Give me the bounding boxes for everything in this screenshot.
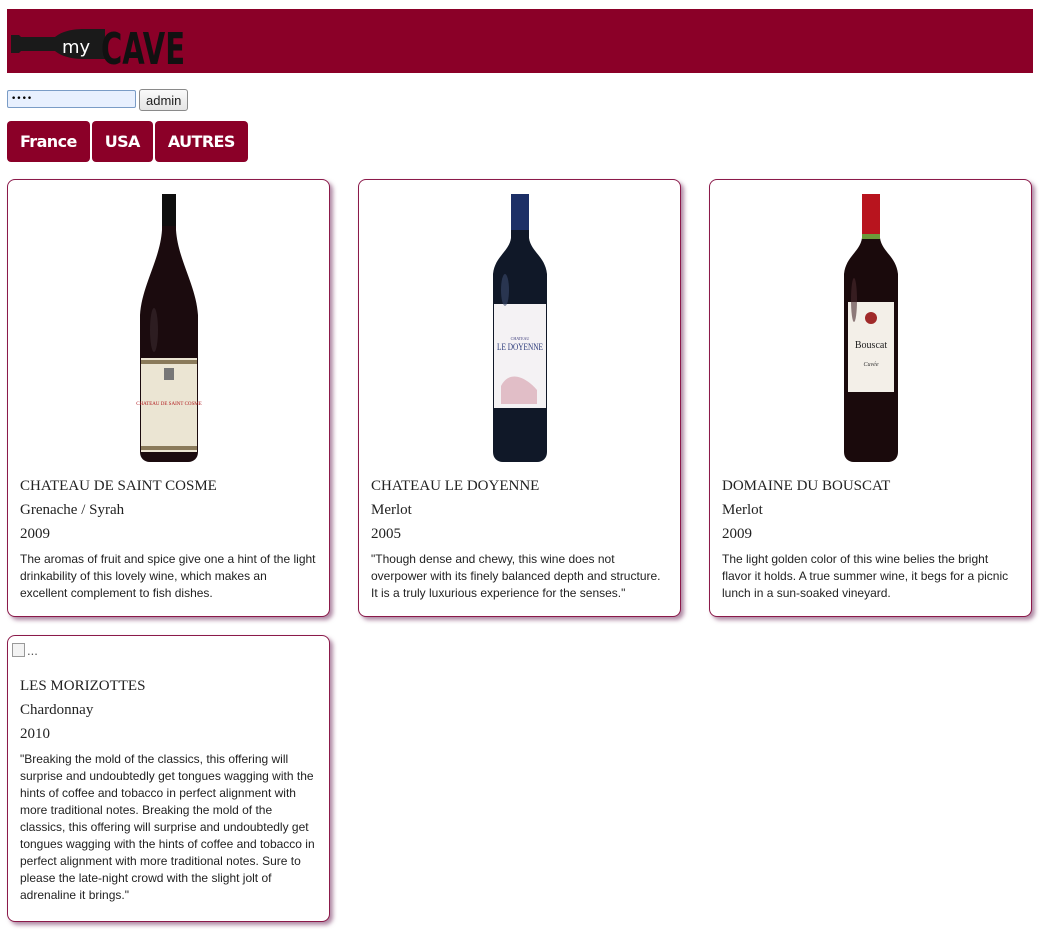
wine-year: 2009 [722, 526, 752, 542]
country-tabs: France USA AUTRES [7, 121, 248, 162]
wine-card[interactable]: ... LES MORIZOTTES Chardonnay 2010 "Brea… [7, 635, 330, 922]
tab-usa[interactable]: USA [91, 121, 153, 162]
svg-text:Cuvée: Cuvée [863, 362, 878, 368]
wine-grapes: Merlot [371, 502, 412, 518]
tab-france[interactable]: France [7, 121, 90, 162]
wine-description: The light golden color of this wine beli… [722, 552, 1009, 600]
wine-name: CHATEAU DE SAINT COSME [20, 478, 217, 494]
svg-text:Bouscat: Bouscat [854, 340, 886, 351]
mycave-logo[interactable]: my CAVE [9, 17, 189, 69]
wine-bottle-image: CHATEAU LE DOYENNE [371, 180, 668, 462]
wine-year: 2009 [20, 526, 50, 542]
app-header: my CAVE [7, 9, 1033, 73]
wine-description: "Though dense and chewy, this wine does … [371, 552, 661, 600]
broken-image: ... [12, 636, 317, 676]
password-field[interactable]: •••• [7, 90, 136, 108]
wine-description: "Breaking the mold of the classics, this… [20, 752, 315, 902]
wine-card[interactable]: CHATEAU LE DOYENNE CHATEAU LE DOYENNE Me… [358, 179, 681, 617]
tab-autres[interactable]: AUTRES [154, 121, 248, 162]
svg-text:CHATEAU DE SAINT COSME: CHATEAU DE SAINT COSME [136, 402, 202, 407]
svg-text:LE DOYENNE: LE DOYENNE [497, 342, 543, 352]
wine-grapes: Merlot [722, 502, 763, 518]
wine-grapes: Grenache / Syrah [20, 502, 125, 518]
wine-grapes: Chardonnay [20, 702, 94, 718]
wine-description: The aromas of fruit and spice give one a… [20, 552, 316, 600]
admin-button[interactable]: admin [139, 89, 189, 111]
svg-text:CHATEAU: CHATEAU [510, 336, 529, 341]
broken-image-alt: ... [27, 643, 38, 658]
svg-text:CAVE: CAVE [101, 24, 185, 69]
wine-year: 2010 [20, 726, 50, 742]
wine-year: 2005 [371, 526, 401, 542]
wine-name: CHATEAU LE DOYENNE [371, 478, 540, 494]
wine-bottle-image: CHATEAU DE SAINT COSME [20, 180, 317, 462]
wine-name: LES MORIZOTTES [20, 678, 146, 694]
svg-text:my: my [62, 37, 91, 58]
wine-name: DOMAINE DU BOUSCAT [722, 478, 891, 494]
login-form: •••• admin [7, 89, 189, 111]
wine-bottle-logo-icon [11, 29, 105, 59]
wine-bottle-image: Bouscat Cuvée [722, 180, 1019, 462]
broken-image-icon [12, 643, 25, 657]
wine-card[interactable]: CHATEAU DE SAINT COSME CHATEAU DE SAINT … [7, 179, 330, 617]
wine-card[interactable]: Bouscat Cuvée DOMAINE DU BOUSCAT Merlot … [709, 179, 1032, 617]
